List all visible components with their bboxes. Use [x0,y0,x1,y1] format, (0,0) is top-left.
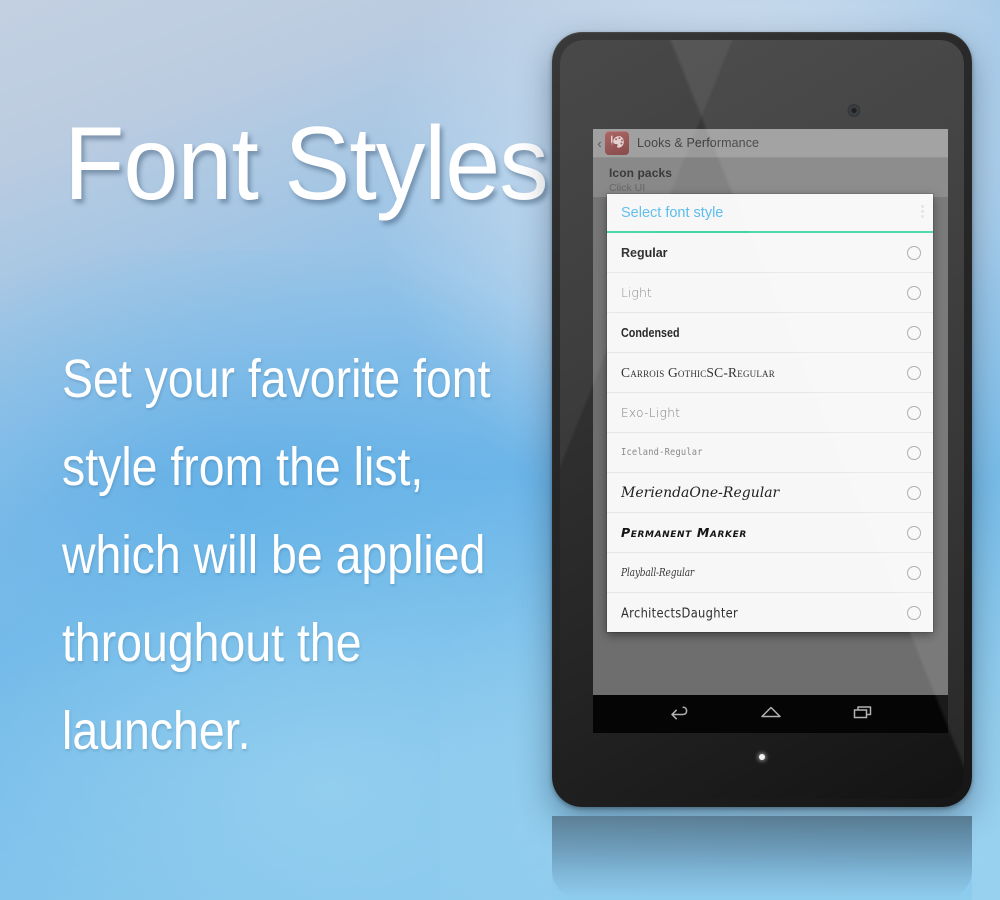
font-style-option[interactable]: ArchitectsDaughter [607,593,933,632]
radio-button[interactable] [907,325,921,340]
page-title: Font Styles [64,106,549,222]
font-style-option[interactable]: Permanent Marker [607,513,933,553]
palette-icon[interactable] [605,131,629,155]
radio-button[interactable] [907,525,921,540]
front-camera-icon [849,106,859,115]
android-navigation-bar [593,695,948,733]
radio-button[interactable] [907,405,921,420]
font-style-option[interactable]: Exo-Light [607,393,933,433]
font-style-label: Light [621,285,652,300]
dialog-header: Select font style [607,194,933,233]
font-style-label: Playball-Regular [621,566,695,579]
font-style-option[interactable]: Carrois GothicSC-Regular [607,353,933,393]
recents-icon[interactable] [852,704,874,725]
radio-button[interactable] [907,245,921,260]
reflection-fade-overlay [552,816,972,900]
notification-led [759,754,765,760]
dialog-title: Select font style [621,204,724,221]
radio-button[interactable] [907,285,921,300]
promo-graphic: Font Styles Set your favorite font style… [0,0,1000,900]
font-style-option[interactable]: Light [607,273,933,313]
home-icon[interactable] [759,704,783,725]
up-chevron-icon[interactable]: ‹ [594,137,605,150]
overflow-menu-icon[interactable] [921,205,924,218]
font-style-label: Carrois GothicSC-Regular [621,364,775,380]
font-style-label: Exo-Light [621,405,681,420]
font-style-option[interactable]: MeriendaOne-Regular [607,473,933,513]
font-style-option[interactable]: Regular [607,233,933,273]
tablet-reflection [552,816,972,900]
font-style-label: Regular [621,245,668,260]
device-screen: ‹ Looks & Performance Icon packs Click U… [593,129,948,733]
radio-button[interactable] [907,365,921,380]
back-icon[interactable] [668,704,690,725]
radio-button[interactable] [907,605,921,620]
font-style-label: MeriendaOne-Regular [621,484,780,501]
font-style-label: Condensed [621,325,680,340]
promo-description: Set your favorite font style from the li… [62,349,491,762]
font-style-option[interactable]: Playball-Regular [607,553,933,593]
action-bar: ‹ Looks & Performance [593,129,948,158]
radio-button[interactable] [907,445,921,460]
select-font-style-dialog: Select font style Regular Light Condensed C… [607,194,933,632]
setting-title: Icon packs [609,166,673,180]
action-bar-title: Looks & Performance [637,136,760,150]
font-style-label: Permanent Marker [621,525,747,540]
tablet-device: ‹ Looks & Performance Icon packs Click U… [552,32,972,807]
radio-button[interactable] [907,485,921,500]
font-style-option[interactable]: Iceland-Regular [607,433,933,473]
tablet-bezel: ‹ Looks & Performance Icon packs Click U… [560,40,964,799]
radio-button[interactable] [907,565,921,580]
font-style-label: ArchitectsDaughter [621,604,739,621]
font-style-label: Iceland-Regular [621,447,703,458]
font-style-option[interactable]: Condensed [607,313,933,353]
font-style-list: Regular Light Condensed Carrois GothicSC-Re… [607,233,933,632]
screen-content: ‹ Looks & Performance Icon packs Click U… [593,129,948,733]
setting-subtitle: Click UI [609,182,646,194]
